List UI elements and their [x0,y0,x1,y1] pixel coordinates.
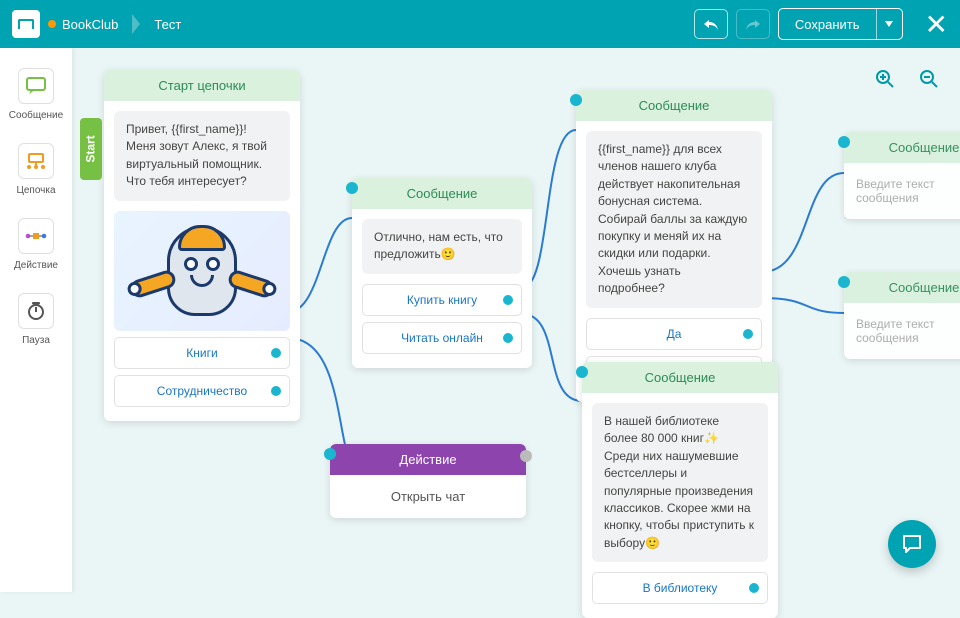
node-title: Старт цепочки [104,70,300,101]
caret-down-icon [885,21,893,27]
top-actions: Сохранить ✕ [694,8,948,41]
node-title: Сообщение [582,362,778,393]
sidebar-item-chain[interactable]: Цепочка [16,143,55,196]
tool-sidebar: Сообщение Цепочка Действие Пауза [0,48,72,592]
breadcrumb-flow-label[interactable]: Тест [154,17,181,32]
connector-in-icon[interactable] [576,366,588,378]
redo-button[interactable] [736,9,770,39]
option-label: В библиотеку [643,581,718,595]
node-text: {{first_name}} для всех членов нашего кл… [586,131,762,308]
start-tag-label: Start [84,135,98,162]
connector-out-icon[interactable] [743,329,753,339]
node-option[interactable]: Книги [114,337,290,369]
sidebar-item-action[interactable]: Действие [14,218,58,271]
save-dropdown-button[interactable] [876,9,902,39]
unsaved-dot-icon [48,20,56,28]
save-label: Сохранить [795,17,860,32]
breadcrumb-separator-icon [132,14,140,34]
option-label: Читать онлайн [401,331,483,345]
zoom-in-icon [875,69,895,89]
flow-canvas[interactable]: Start Старт цепочки Привет, {{first_name… [72,48,960,592]
node-text: В нашей библиотеке более 80 000 книг✨ Ср… [592,403,768,562]
sidebar-item-label: Сообщение [9,110,63,121]
node-title: Сообщение [844,272,960,303]
option-label: Да [667,327,682,341]
action-icon [18,218,54,254]
connector-out-icon[interactable] [271,348,281,358]
connector-in-icon[interactable] [346,182,358,194]
zoom-controls [872,66,942,92]
node-message-1[interactable]: Сообщение Отлично, нам есть, что предлож… [352,178,532,368]
connector-in-icon[interactable] [838,276,850,288]
sidebar-item-label: Цепочка [16,185,55,196]
node-title: Сообщение [352,178,532,209]
connector-in-icon[interactable] [324,448,336,460]
node-option[interactable]: В библиотеку [592,572,768,604]
node-title: Действие [330,444,526,475]
sidebar-item-message[interactable]: Сообщение [9,68,63,121]
node-title: Сообщение [844,132,960,163]
breadcrumb-project[interactable]: BookClub [48,17,118,32]
zoom-out-button[interactable] [916,66,942,92]
undo-icon [703,17,719,31]
zoom-out-icon [919,69,939,89]
node-message-2[interactable]: Сообщение {{first_name}} для всех членов… [576,90,772,402]
start-tag: Start [80,118,102,180]
app-logo[interactable] [12,10,40,38]
pause-icon [18,293,54,329]
node-option[interactable]: Сотрудничество [114,375,290,407]
node-text: Отлично, нам есть, что предложить🙂 [362,219,522,274]
breadcrumb-project-label: BookClub [62,17,118,32]
node-action[interactable]: Действие Открыть чат [330,444,526,518]
connector-out-icon[interactable] [271,386,281,396]
option-label: Купить книгу [407,293,477,307]
node-option[interactable]: Купить книгу [362,284,522,316]
node-image [114,211,290,331]
top-bar: BookClub Тест Сохранить ✕ [0,0,960,48]
node-message-ghost-2[interactable]: Сообщение Введите текст сообщения [844,272,960,359]
node-message-ghost-1[interactable]: Сообщение Введите текст сообщения [844,132,960,219]
connector-in-icon[interactable] [838,136,850,148]
help-chat-button[interactable] [888,520,936,568]
node-message-3[interactable]: Сообщение В нашей библиотеке более 80 00… [582,362,778,618]
sidebar-item-pause[interactable]: Пауза [18,293,54,346]
chat-bubble-icon [900,532,924,556]
chain-icon [18,143,54,179]
message-icon [18,68,54,104]
node-placeholder-text: Введите текст сообщения [844,303,960,359]
connector-out-icon[interactable] [503,295,513,305]
redo-icon [745,17,761,31]
save-button-group: Сохранить [778,8,903,40]
connector-in-icon[interactable] [570,94,582,106]
breadcrumb: BookClub Тест [48,14,181,34]
node-placeholder-text: Введите текст сообщения [844,163,960,219]
option-label: Книги [186,346,217,360]
node-text: Привет, {{first_name}}! Меня зовут Алекс… [114,111,290,201]
node-start[interactable]: Старт цепочки Привет, {{first_name}}! Ме… [104,70,300,421]
sidebar-item-label: Действие [14,260,58,271]
node-option[interactable]: Да [586,318,762,350]
undo-button[interactable] [694,9,728,39]
node-option[interactable]: Читать онлайн [362,322,522,354]
sidebar-item-label: Пауза [22,335,50,346]
connector-out-icon[interactable] [503,333,513,343]
option-label: Сотрудничество [157,384,247,398]
close-button[interactable]: ✕ [925,8,948,41]
connector-out-icon[interactable] [520,450,532,462]
node-action-body: Открыть чат [330,475,526,518]
save-button[interactable]: Сохранить [779,9,876,39]
zoom-in-button[interactable] [872,66,898,92]
node-title: Сообщение [576,90,772,121]
